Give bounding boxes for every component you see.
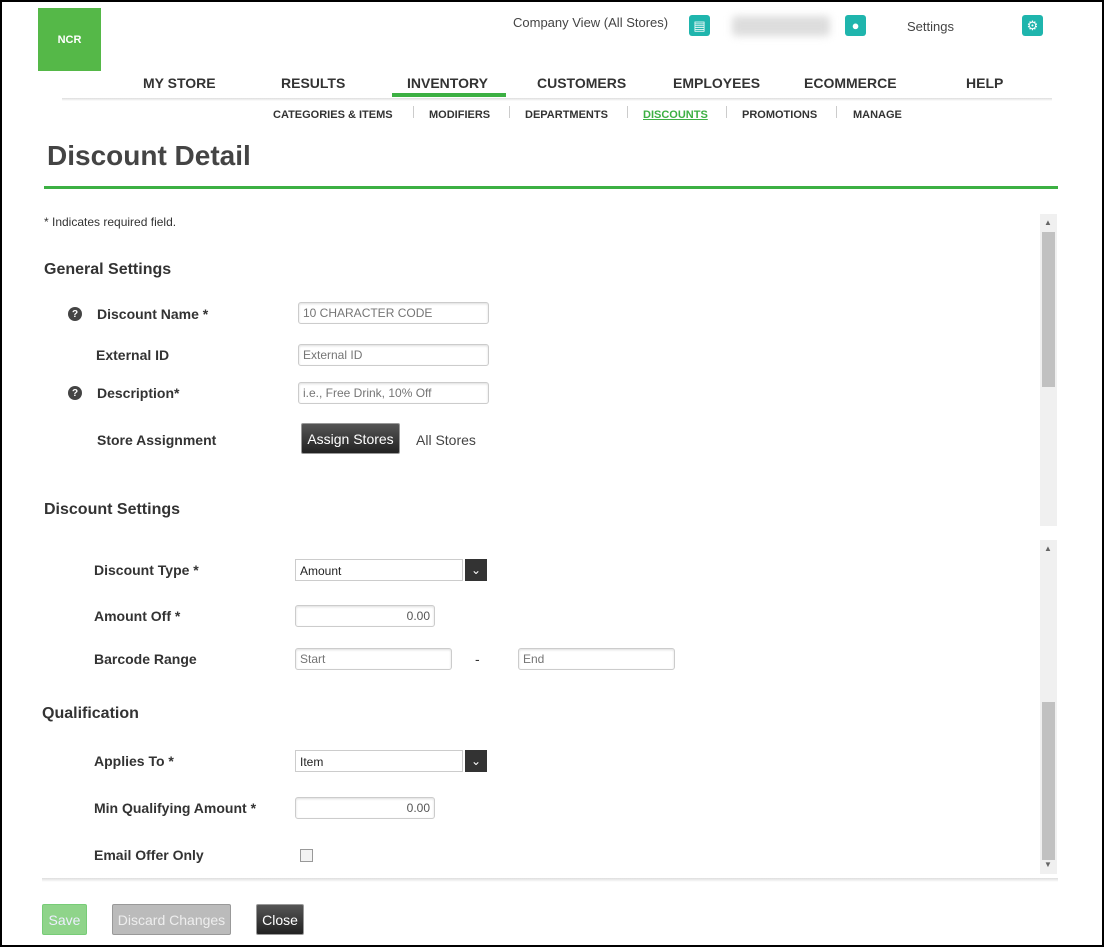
page-title: Discount Detail: [47, 140, 251, 171]
logo-text: NCR: [57, 33, 82, 46]
assign-stores-button[interactable]: Assign Stores: [301, 423, 400, 454]
scrollbar-lower[interactable]: ▲ ▼: [1040, 540, 1057, 874]
applies-to-label: Applies To *: [94, 753, 174, 769]
required-note: * Indicates required field.: [44, 215, 177, 229]
scroll-up-icon[interactable]: ▲: [1044, 544, 1052, 553]
discount-settings-title: Discount Settings: [44, 501, 181, 518]
nav-help[interactable]: HELP: [966, 75, 1003, 91]
nav-divider: [62, 98, 1052, 101]
divider: [413, 106, 414, 118]
scrollbar-thumb[interactable]: [1042, 702, 1055, 860]
external-id-label: External ID: [96, 347, 170, 363]
divider: [726, 106, 727, 118]
range-dash: -: [475, 651, 480, 667]
gear-icon[interactable]: ⚙: [1022, 15, 1043, 36]
barcode-end-input[interactable]: [518, 648, 675, 670]
discount-name-input[interactable]: [298, 302, 489, 324]
user-icon[interactable]: ●: [845, 15, 866, 36]
subnav-promotions[interactable]: PROMOTIONS: [742, 109, 817, 121]
nav-employees[interactable]: EMPLOYEES: [673, 75, 760, 91]
barcode-range-label: Barcode Range: [94, 651, 197, 667]
divider: [836, 106, 837, 118]
store-icon[interactable]: ▤: [689, 15, 710, 36]
email-offer-checkbox[interactable]: [300, 849, 313, 862]
nav-active-indicator: [392, 93, 506, 97]
general-settings-title: General Settings: [44, 261, 172, 278]
chevron-down-icon[interactable]: ⌄: [465, 750, 487, 772]
applies-to-select[interactable]: Item: [295, 750, 463, 772]
description-label: Description*: [97, 385, 180, 401]
divider: [509, 106, 510, 118]
discount-name-label: Discount Name *: [97, 306, 209, 322]
divider: [627, 106, 628, 118]
title-divider: [44, 186, 1058, 189]
chevron-down-icon[interactable]: ⌄: [465, 559, 487, 581]
amount-off-input[interactable]: [295, 605, 435, 627]
store-assignment-label: Store Assignment: [97, 432, 217, 448]
subnav-categories[interactable]: CATEGORIES & ITEMS: [273, 109, 393, 121]
close-button[interactable]: Close: [256, 904, 304, 935]
amount-off-label: Amount Off *: [94, 608, 181, 624]
scroll-up-icon[interactable]: ▲: [1044, 218, 1052, 227]
min-qualifying-label: Min Qualifying Amount *: [94, 800, 257, 816]
scroll-down-icon[interactable]: ▼: [1044, 860, 1052, 869]
nav-results[interactable]: RESULTS: [281, 75, 345, 91]
subnav-modifiers[interactable]: MODIFIERS: [429, 109, 490, 121]
settings-link[interactable]: Settings: [907, 19, 954, 34]
description-input[interactable]: [298, 382, 489, 404]
subnav-manage[interactable]: MANAGE: [853, 109, 902, 121]
scrollbar-upper[interactable]: ▲: [1040, 214, 1057, 526]
nav-ecommerce[interactable]: ECOMMERCE: [804, 75, 897, 91]
qualification-title: Qualification: [42, 705, 139, 722]
email-offer-label: Email Offer Only: [94, 847, 204, 863]
scrollbar-thumb[interactable]: [1042, 232, 1055, 387]
external-id-input[interactable]: [298, 344, 489, 366]
subnav-departments[interactable]: DEPARTMENTS: [525, 109, 608, 121]
company-view[interactable]: Company View (All Stores): [513, 15, 668, 30]
help-icon[interactable]: ?: [68, 386, 82, 400]
discount-type-select[interactable]: Amount: [295, 559, 463, 581]
nav-customers[interactable]: CUSTOMERS: [537, 75, 626, 91]
subnav-discounts[interactable]: DISCOUNTS: [643, 109, 708, 121]
nav-my-store[interactable]: MY STORE: [143, 75, 216, 91]
barcode-start-input[interactable]: [295, 648, 452, 670]
nav-inventory[interactable]: INVENTORY: [407, 75, 488, 91]
discount-type-label: Discount Type *: [94, 562, 199, 578]
help-icon[interactable]: ?: [68, 307, 82, 321]
discard-changes-button[interactable]: Discard Changes: [112, 904, 231, 935]
footer-divider: [42, 878, 1058, 882]
ncr-logo[interactable]: NCR: [38, 8, 101, 71]
store-assignment-value: All Stores: [416, 432, 476, 448]
save-button[interactable]: Save: [42, 904, 87, 935]
min-qualifying-input[interactable]: [295, 797, 435, 819]
user-name-blurred: [732, 16, 830, 36]
